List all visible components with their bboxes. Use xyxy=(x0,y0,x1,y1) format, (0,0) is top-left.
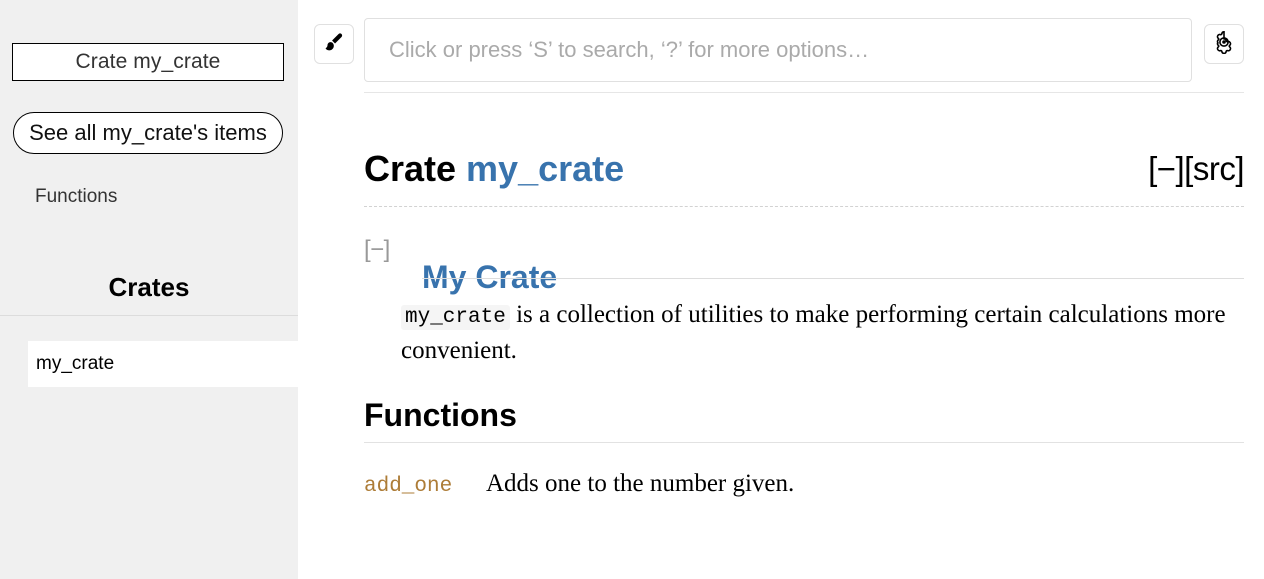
sidebar-crate-box-label: Crate my_crate xyxy=(75,50,221,73)
sidebar: Crate my_crate See all my_crate's items … xyxy=(0,0,298,579)
function-description: Adds one to the number given. xyxy=(486,469,795,497)
main-content: Crate my_crate [−][src] [−] My Crate my_… xyxy=(298,0,1264,579)
functions-heading: Functions xyxy=(364,396,517,433)
section-my-crate-header: [−] My Crate xyxy=(364,228,1244,295)
theme-picker-button[interactable] xyxy=(314,24,354,64)
inline-code-my_crate: my_crate xyxy=(401,305,510,331)
doc-content: Crate my_crate [−][src] [−] My Crate my_… xyxy=(364,118,1244,498)
collapse-all-toggle[interactable]: [−] xyxy=(1148,150,1185,187)
src-link[interactable]: [src] xyxy=(1184,150,1244,187)
functions-divider xyxy=(364,441,1244,443)
sidebar-divider xyxy=(0,315,298,316)
crate-title-link[interactable]: my_crate xyxy=(466,148,624,189)
crate-title-divider xyxy=(364,206,1244,208)
settings-button[interactable] xyxy=(1204,24,1244,64)
functions-table: add_one Adds one to the number given. xyxy=(364,470,1244,498)
crate-title-prefix: Crate xyxy=(364,148,467,190)
sidebar-crate-item-my_crate[interactable]: my_crate xyxy=(28,341,298,387)
function-link-add_one[interactable]: add_one xyxy=(364,475,486,498)
functions-section-header: Functions xyxy=(364,394,1244,446)
sidebar-item-functions[interactable]: Functions xyxy=(35,186,117,208)
crate-doc-text: is a collection of utilities to make per… xyxy=(401,301,1226,365)
paintbrush-icon xyxy=(323,31,345,58)
section-collapse-toggle[interactable]: [−] xyxy=(364,236,390,264)
see-all-items-button[interactable]: See all my_crate's items xyxy=(13,112,283,154)
topbar-divider xyxy=(364,92,1244,93)
section-title-divider xyxy=(422,278,1244,280)
section-title[interactable]: My Crate xyxy=(422,255,557,299)
crate-docblock: my_crate is a collection of utilities to… xyxy=(401,298,1231,367)
sidebar-crates-heading: Crates xyxy=(108,272,190,302)
gear-icon xyxy=(1212,30,1236,59)
sidebar-crate-box: Crate my_crate xyxy=(12,43,284,81)
page-title: Crate my_crate xyxy=(364,142,1244,196)
search-container xyxy=(364,18,1192,82)
crate-title-row: Crate my_crate [−][src] xyxy=(364,142,1244,208)
search-input[interactable] xyxy=(364,18,1192,82)
title-anchor-links: [−][src] xyxy=(1148,142,1244,196)
topbar xyxy=(314,18,1244,82)
see-all-items-label: See all my_crate's items xyxy=(29,120,267,145)
sidebar-crate-list: my_crate xyxy=(0,341,298,387)
